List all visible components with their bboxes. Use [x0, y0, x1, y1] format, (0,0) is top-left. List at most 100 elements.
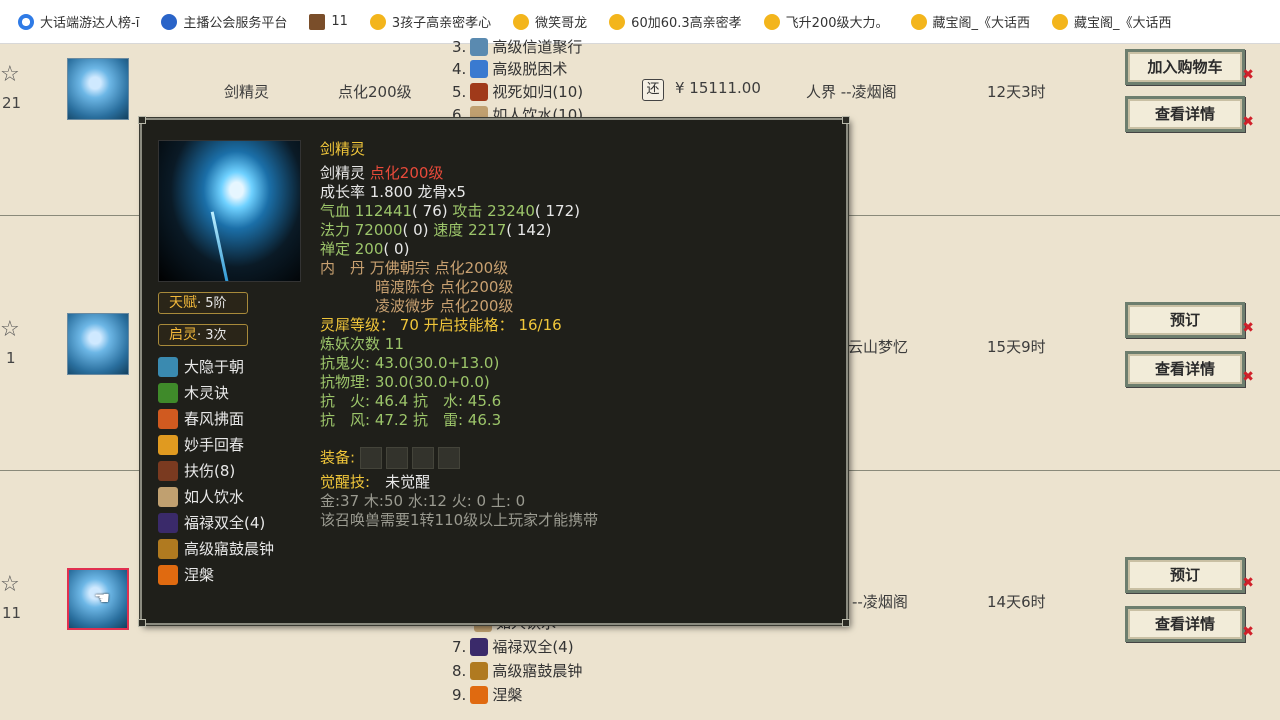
elements-row: 金:37 木:50 水:12 火: 0 土: 0 [320, 492, 526, 510]
pet-portrait [158, 140, 301, 282]
skill-list-item: 8. 高级寤鼓晨钟 [452, 661, 583, 680]
talent-badge: 天赋· 5阶 [158, 292, 248, 314]
growth-rate: 成长率 1.800 龙骨x5 [320, 183, 466, 201]
globe-icon [161, 13, 178, 30]
close-icon: ✖ [1242, 575, 1254, 591]
bookmark-label: 60加60.3高亲密孝 [631, 16, 742, 31]
bookmark-label: 11 [331, 14, 348, 29]
equip-slot[interactable] [411, 447, 434, 469]
hand-cursor-icon: ☚ [94, 588, 111, 609]
tooltip-skill: 福禄双全(4) [158, 512, 265, 533]
equip-slot[interactable] [359, 447, 382, 469]
favorite-count: 11 [2, 604, 22, 622]
bookmark-label: 飞升200级大力。 [785, 16, 889, 31]
skill-icon [158, 356, 178, 377]
resist-row: 抗物理: 30.0(30.0+0.0) [320, 373, 490, 391]
server-name: 云山梦忆 [848, 338, 909, 356]
price: ¥ 15111.00 [675, 79, 761, 97]
bookmark-label: 3孩子高亲密孝心 [391, 16, 492, 31]
pet-thumbnail[interactable] [67, 58, 129, 120]
treasure-icon [609, 13, 626, 30]
server-name: --凌烟阁 [852, 593, 908, 611]
equip-slot[interactable] [385, 447, 408, 469]
bookmark-item[interactable]: 主播公会服务平台 [161, 0, 288, 43]
bookmark-item[interactable]: 藏宝阁_《大话西 [1052, 0, 1172, 43]
tooltip-skill: 春风拂面 [158, 408, 244, 429]
bookmark-item[interactable]: 飞升200级大力。 [763, 0, 889, 43]
treasure-icon [369, 13, 386, 30]
close-icon: ✖ [1242, 67, 1254, 83]
view-details-button[interactable]: 查看详情 ✖ [1125, 351, 1254, 387]
corner-ornament [842, 116, 850, 124]
skill-icon [158, 538, 178, 559]
tooltip-subtitle: 剑精灵 点化200级 [320, 164, 444, 182]
lianyao-row: 炼妖次数 11 [320, 335, 404, 353]
pet-level: 点化200级 [338, 83, 412, 101]
equip-slot[interactable] [437, 447, 460, 469]
close-icon: ✖ [1242, 320, 1254, 336]
time-remaining: 12天3时 [987, 83, 1046, 101]
edge-icon [18, 13, 34, 30]
stat-row: 法力 72000( 0) 速度 2217( 142) [320, 221, 552, 239]
resist-row: 抗 风: 47.2 抗 雷: 46.3 [320, 411, 502, 429]
treasure-icon [910, 13, 927, 30]
tooltip-title: 剑精灵 [320, 140, 366, 158]
bookmark-item[interactable]: 大话端游达人榜-ī [18, 0, 139, 43]
bookmark-label: 主播公会服务平台 [183, 16, 288, 31]
bookmarks-bar: 大话端游达人榜-ī 主播公会服务平台 11 3孩子高亲密孝心 微笑哥龙 60加6… [0, 0, 1280, 44]
stat-row: 禅定 200( 0) [320, 240, 410, 258]
skill-list-item: 7. 福禄双全(4) [452, 637, 574, 656]
bookmark-item[interactable]: 11 [309, 0, 348, 43]
view-details-button[interactable]: 查看详情 ✖ [1125, 606, 1254, 642]
resist-row: 抗鬼火: 43.0(30.0+13.0) [320, 354, 500, 372]
skill-icon [158, 434, 178, 455]
close-icon: ✖ [1242, 624, 1254, 640]
tooltip-skill: 高级寤鼓晨钟 [158, 538, 274, 559]
treasure-icon [513, 13, 530, 30]
pet-detail-tooltip: 天赋· 5阶 启灵· 3次 大隐于朝 木灵诀 春风拂面 妙手回春 扶伤(8) 如… [138, 116, 850, 627]
bookmark-item[interactable]: 藏宝阁_《大话西 [910, 0, 1031, 43]
tooltip-skill: 涅槃 [158, 564, 214, 585]
close-icon: ✖ [1242, 369, 1254, 385]
skill-icon [470, 685, 489, 704]
corner-ornament [842, 619, 850, 627]
skill-icon [158, 564, 178, 585]
corner-ornament [138, 619, 146, 627]
neidan-row: 暗渡陈仓 点化200级 [375, 278, 514, 296]
reserve-button[interactable]: 预订 ✖ [1125, 302, 1254, 338]
skill-icon [470, 59, 489, 78]
close-icon: ✖ [1242, 114, 1254, 130]
neidan-row: 内 丹 万佛朝宗 点化200级 [320, 259, 509, 277]
skill-icon [158, 486, 178, 507]
tooltip-skill: 如人饮水 [158, 486, 244, 507]
favorite-star-icon[interactable]: ☆ [0, 574, 20, 596]
bookmark-label: 藏宝阁_《大话西 [932, 16, 1031, 31]
treasure-icon [1052, 13, 1069, 30]
reserve-button[interactable]: 预订 ✖ [1125, 557, 1254, 593]
bookmark-item[interactable]: 60加60.3高亲密孝 [609, 0, 742, 43]
skill-icon [470, 661, 489, 680]
neidan-row: 凌波微步 点化200级 [375, 297, 514, 315]
corner-ornament [138, 116, 146, 124]
resist-row: 抗 火: 46.4 抗 水: 45.6 [320, 392, 502, 410]
time-remaining: 14天6时 [987, 593, 1046, 611]
skill-icon [158, 512, 178, 533]
server-name: 人界 --凌烟阁 [806, 83, 897, 101]
add-to-cart-button[interactable]: 加入购物车 ✖ [1125, 49, 1254, 85]
skill-icon [158, 382, 178, 403]
image-icon [309, 13, 326, 30]
view-details-button[interactable]: 查看详情 ✖ [1125, 96, 1254, 132]
time-remaining: 15天9时 [987, 338, 1046, 356]
skill-icon [470, 637, 489, 656]
tooltip-skill: 妙手回春 [158, 434, 244, 455]
favorite-star-icon[interactable]: ☆ [0, 64, 20, 86]
pet-thumbnail[interactable] [67, 313, 129, 375]
tooltip-skill: 木灵诀 [158, 382, 229, 403]
skill-list-item: 3. 高级信道聚行 [452, 37, 583, 56]
bookmark-label: 微笑哥龙 [535, 16, 588, 31]
skill-icon [470, 82, 489, 101]
treasure-icon [763, 13, 780, 30]
price-tag-icon: 还 [642, 79, 664, 101]
skill-icon [158, 460, 178, 481]
favorite-star-icon[interactable]: ☆ [0, 319, 20, 341]
